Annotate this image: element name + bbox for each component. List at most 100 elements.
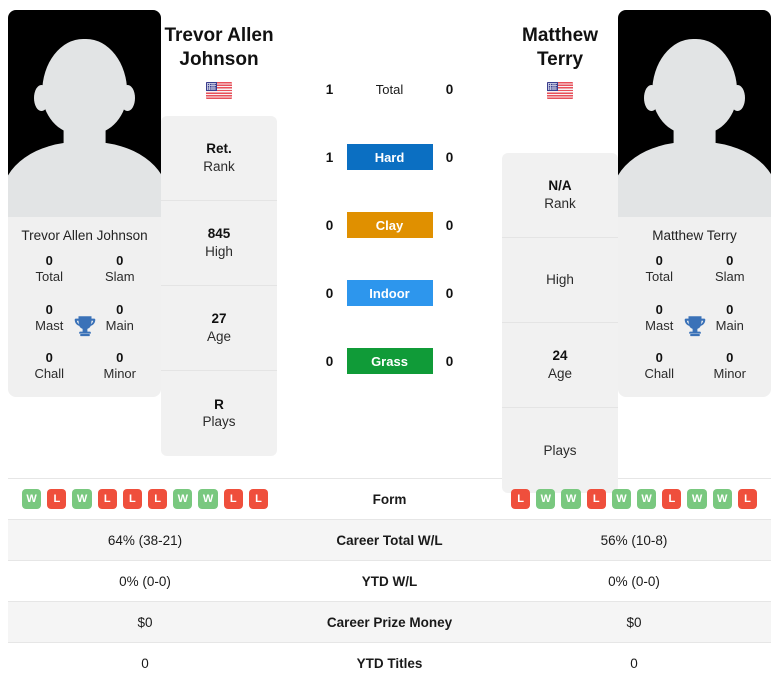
left-player-name-line1: Trevor Allen — [164, 25, 274, 46]
left-player-photo — [8, 10, 161, 217]
info-label: Plays — [202, 414, 236, 430]
info-value: N/A — [548, 178, 572, 194]
info-row-rank: Ret. Rank — [161, 116, 277, 201]
title-value: 0 — [45, 253, 53, 268]
form-badge-loss: L — [148, 489, 168, 509]
right-player-name-line1: Matthew — [522, 25, 598, 46]
form-badge-win: W — [637, 489, 657, 509]
info-label: Age — [547, 365, 573, 381]
title-stat: 0 Slam — [695, 253, 766, 286]
left-player-info-stack: Ret. Rank 845 High 27 Age R Plays — [161, 115, 277, 456]
surface-row-total: 1 Total 0 — [277, 68, 502, 110]
form-badge-win: W — [198, 489, 218, 509]
left-player-name-line2: Johnson — [179, 49, 259, 71]
title-label: Slam — [104, 269, 135, 285]
trophy-icon — [684, 316, 705, 336]
table-row-career-prize-money: $0 Career Prize Money $0 — [8, 601, 771, 643]
title-value: 0 — [726, 350, 734, 365]
surface-right-count: 0 — [445, 149, 454, 165]
title-stat: 0 Total — [14, 253, 85, 286]
surface-row-hard: 1 Hard 0 — [277, 136, 502, 178]
title-label: Slam — [714, 269, 745, 285]
us-flag-icon — [206, 81, 232, 99]
info-label: High — [546, 272, 574, 288]
left-stat-value: $0 — [137, 614, 153, 630]
stat-label: Career Total W/L — [336, 532, 443, 548]
title-value: 0 — [116, 350, 124, 365]
stat-label: YTD Titles — [356, 655, 423, 671]
title-stat: 0 Chall — [624, 350, 695, 383]
info-row-high: High — [502, 238, 618, 323]
left-stat-value: 64% (38-21) — [107, 532, 183, 548]
right-player-header: Matthew Terry — [502, 10, 618, 104]
form-badge-loss: L — [97, 489, 117, 509]
surface-right-count: 0 — [445, 217, 454, 233]
title-stat: 0 Total — [624, 253, 695, 286]
form-badge-loss: L — [248, 489, 269, 509]
title-stat: 0 Minor — [85, 350, 156, 383]
title-stat: 0 Slam — [85, 253, 156, 286]
info-row-high: 845 High — [161, 201, 277, 286]
title-label: Chall — [644, 366, 675, 382]
right-player-card[interactable]: Matthew Terry 0 Total 0 Slam 0 Mast 0 Ma… — [618, 10, 771, 397]
form-badge-win: W — [173, 489, 193, 509]
form-badge-loss: L — [223, 489, 243, 509]
info-label: High — [205, 243, 233, 259]
surface-label: Grass — [346, 348, 433, 374]
left-form-cell: WLWLLLWWLL — [8, 479, 282, 520]
form-badge-win: W — [22, 489, 42, 509]
title-stat: 0 Chall — [14, 350, 85, 383]
right-player-titles-grid: 0 Total 0 Slam 0 Mast 0 Main 0 Chall 0 M… — [618, 253, 771, 397]
form-badge-loss: L — [737, 489, 758, 509]
form-badge-loss: L — [511, 489, 531, 509]
surface-left-count: 1 — [325, 149, 334, 165]
title-label: Total — [645, 269, 673, 285]
form-badge-win: W — [536, 489, 556, 509]
player-stats-comparison-table: WLWLLLWWLL Form LWWLWWLWWL 64% (38-21) C… — [8, 478, 771, 684]
left-stat-value: 0% (0-0) — [119, 573, 171, 589]
surface-row-grass: 0 Grass 0 — [277, 340, 502, 382]
left-player-card[interactable]: Trevor Allen Johnson 0 Total 0 Slam 0 Ma… — [8, 10, 161, 397]
title-value: 0 — [726, 253, 734, 268]
trophy-icon — [74, 316, 95, 336]
player-comparison-section: Trevor Allen Johnson 0 Total 0 Slam 0 Ma… — [0, 0, 779, 493]
table-row-career-total-wl: 64% (38-21) Career Total W/L 56% (10-8) — [8, 519, 771, 561]
us-flag-icon — [547, 81, 573, 99]
info-label: Rank — [203, 158, 235, 174]
info-value: Ret. — [206, 141, 232, 157]
title-label: Minor — [713, 366, 746, 382]
stat-label: Form — [372, 491, 407, 507]
title-value: 0 — [45, 350, 53, 365]
info-label: Age — [206, 328, 232, 344]
title-value: 0 — [116, 253, 124, 268]
surface-right-count: 0 — [445, 285, 454, 301]
form-badge-loss: L — [662, 489, 682, 509]
info-value: 24 — [552, 348, 568, 364]
form-badge-win: W — [712, 489, 732, 509]
form-badge-loss: L — [122, 489, 143, 509]
table-row-ytd-wl: 0% (0-0) YTD W/L 0% (0-0) — [8, 560, 771, 602]
info-value: 845 — [207, 226, 231, 242]
surface-label: Clay — [346, 212, 433, 238]
title-value: 0 — [655, 350, 663, 365]
surface-label: Total — [375, 81, 404, 97]
surface-label: Indoor — [346, 280, 433, 306]
info-value: 27 — [211, 311, 227, 327]
info-row-age: 24 Age — [502, 323, 618, 408]
surface-label: Hard — [346, 144, 433, 170]
form-badge-win: W — [72, 489, 92, 509]
right-player-info-column: Matthew Terry N/A Rank High 24 Age Plays — [502, 10, 618, 493]
form-badge-win: W — [561, 489, 581, 509]
left-player-info-column: Trevor Allen Johnson Ret. Rank 845 High … — [161, 10, 277, 456]
right-player-info-stack: N/A Rank High 24 Age Plays — [502, 152, 618, 493]
table-row-ytd-titles: 0 YTD Titles 0 — [8, 642, 771, 684]
info-label: Rank — [544, 195, 576, 211]
surface-left-count: 0 — [325, 217, 334, 233]
surface-right-count: 0 — [445, 81, 454, 97]
info-label: Plays — [543, 442, 577, 458]
form-badge-loss: L — [47, 489, 67, 509]
form-badge-loss: L — [586, 489, 606, 509]
left-player-header: Trevor Allen Johnson — [161, 10, 277, 104]
title-label: Minor — [103, 366, 136, 382]
right-stat-value: 0 — [630, 655, 638, 671]
